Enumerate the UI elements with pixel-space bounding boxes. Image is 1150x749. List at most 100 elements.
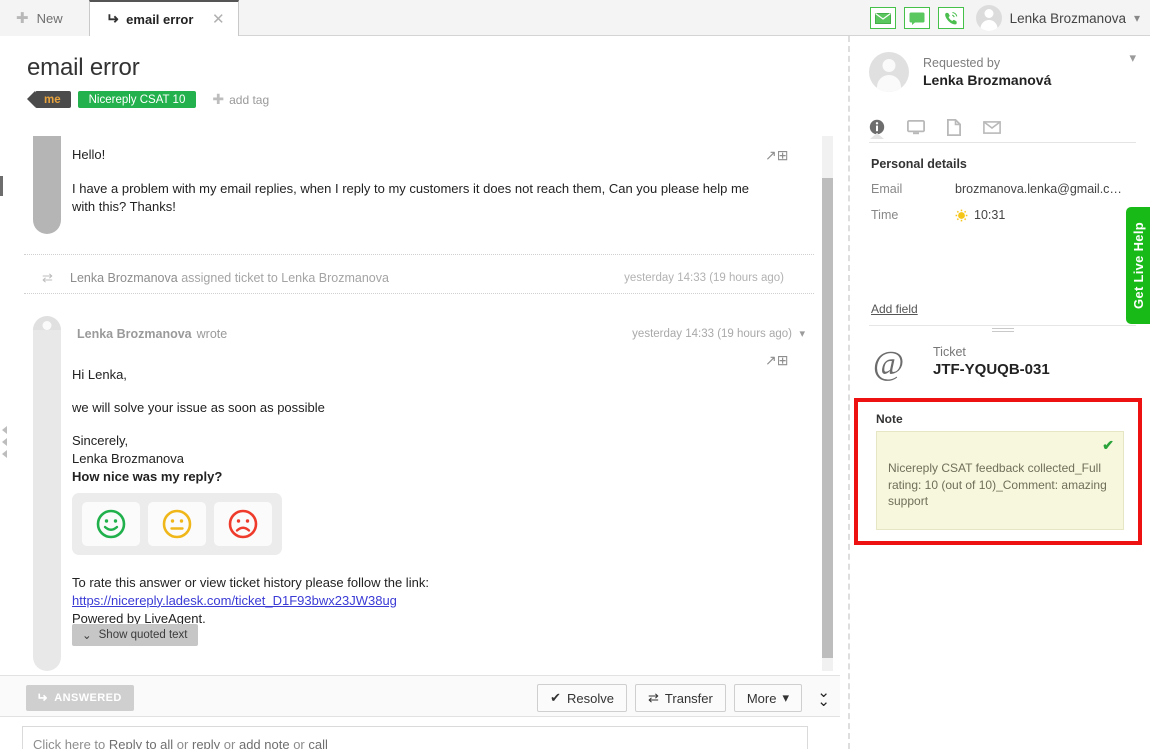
popout-icon[interactable]: ↗⊞ <box>765 147 788 164</box>
chevron-down-icon: ▾ <box>782 690 789 706</box>
new-tab-label: New <box>37 11 63 26</box>
top-bar: ✚ New ↵ email error ✕ Lenka Brozmanova ▾ <box>0 0 1150 36</box>
tab-label: email error <box>126 12 194 27</box>
action-buttons: ✔ Resolve ⇄ Transfer More ▾ <box>537 684 802 712</box>
message-verb: wrote <box>197 327 228 341</box>
more-button[interactable]: More ▾ <box>734 684 802 712</box>
tag-csat[interactable]: Nicereply CSAT 10 <box>78 91 197 108</box>
requested-by-name: Lenka Brozmanová <box>923 72 1051 88</box>
field-value-time-wrap: 10:31 <box>955 208 1005 222</box>
message-thread: Hello! I have a problem with my email re… <box>0 136 840 671</box>
at-symbol-icon: @ <box>873 347 904 381</box>
reply-arrow-icon: ↵ <box>36 690 47 706</box>
personal-details-title: Personal details <box>871 157 967 171</box>
contact-notes-tab[interactable] <box>947 119 961 136</box>
composer-box[interactable]: Click here to Reply to all or reply or a… <box>22 726 808 749</box>
tag-owner[interactable]: me <box>35 91 71 108</box>
right-sidebar: ▾ Requested by Lenka Brozmanová <box>855 36 1150 749</box>
thread-scrollbar[interactable] <box>822 136 833 671</box>
close-icon[interactable]: ✕ <box>212 10 225 28</box>
get-live-help-label: Get Live Help <box>1131 222 1146 309</box>
note-highlight-box: Note ✔ Nicereply CSAT feedback collected… <box>854 398 1142 545</box>
rating-link-block: To rate this answer or view ticket histo… <box>72 574 772 628</box>
new-tab-button[interactable]: ✚ New <box>0 1 89 36</box>
check-icon: ✔ <box>550 690 561 706</box>
sun-icon <box>955 209 968 222</box>
expand-toggle-icon[interactable]: ⌄⌄ <box>817 688 830 706</box>
show-quoted-text-button[interactable]: ⌄ Show quoted text <box>72 624 198 646</box>
call-link[interactable]: call <box>308 737 328 749</box>
transfer-button[interactable]: ⇄ Transfer <box>635 684 726 712</box>
add-tag-button[interactable]: ✚ add tag <box>212 91 269 108</box>
note-card[interactable]: ✔ Nicereply CSAT feedback collected_Full… <box>876 431 1124 530</box>
current-user-name: Lenka Brozmanova <box>1010 11 1126 26</box>
rating-question: How nice was my reply? <box>72 468 772 486</box>
system-actor: Lenka Brozmanova assigned ticket to Lenk… <box>70 271 389 285</box>
chevron-down-icon[interactable]: ▾ <box>799 327 805 340</box>
system-timestamp: yesterday 14:33 (19 hours ago) <box>624 272 784 284</box>
ticket-label: Ticket <box>933 345 966 359</box>
sidebar-collapse-icon[interactable]: ▾ <box>1129 50 1136 66</box>
message-rail <box>33 330 61 671</box>
sad-face-icon[interactable] <box>214 502 272 546</box>
add-field-link[interactable]: Add field <box>871 302 918 316</box>
sidebar-divider <box>869 325 1136 326</box>
tab-strip: ✚ New ↵ email error ✕ <box>0 0 239 36</box>
message-agent-body: Hi Lenka, we will solve your issue as so… <box>72 366 772 628</box>
status-badge-label: ANSWERED <box>54 692 121 704</box>
active-tab-notch <box>870 133 884 139</box>
thread-scrollbar-thumb[interactable] <box>822 178 833 658</box>
action-bar: ↵ ANSWERED ✔ Resolve ⇄ Transfer More ▾ ⌄… <box>0 675 840 717</box>
contact-info-tab[interactable] <box>869 119 885 135</box>
agent-line-1: Hi Lenka, <box>72 366 772 384</box>
field-value-email[interactable]: brozmanova.lenka@gmail.c… <box>955 182 1122 196</box>
page-title: email error <box>27 54 840 82</box>
resize-grip[interactable] <box>992 326 1014 333</box>
email-channel-icon[interactable] <box>870 7 896 29</box>
show-quoted-text-wrap: ⌄ Show quoted text <box>72 624 198 646</box>
rating-link[interactable]: https://nicereply.ladesk.com/ticket_D1F9… <box>72 593 397 608</box>
transfer-icon: ⇄ <box>648 690 659 706</box>
message-customer: Hello! I have a problem with my email re… <box>72 146 772 232</box>
composer-or-2: or <box>220 737 239 749</box>
status-badge: ↵ ANSWERED <box>26 685 134 711</box>
call-channel-icon[interactable] <box>938 7 964 29</box>
system-event-row: ⇄ Lenka Brozmanova assigned ticket to Le… <box>0 267 812 289</box>
avatar[interactable] <box>976 5 1002 31</box>
add-note-link[interactable]: add note <box>239 737 290 749</box>
liveagent-ticket-window: ✚ New ↵ email error ✕ Lenka Brozmanova ▾ <box>0 0 1150 749</box>
panel-divider <box>848 36 850 749</box>
composer-or-1: or <box>173 737 192 749</box>
composer-hint: Click here to Reply to all or reply or a… <box>23 737 328 749</box>
resolve-button[interactable]: ✔ Resolve <box>537 684 627 712</box>
resolve-label: Resolve <box>567 691 614 706</box>
chevron-down-icon[interactable]: ▾ <box>1134 11 1140 25</box>
field-label-email: Email <box>871 182 902 196</box>
chat-channel-icon[interactable] <box>904 7 930 29</box>
agent-line-3: Sincerely, <box>72 432 772 450</box>
check-icon: ✔ <box>1102 437 1114 454</box>
transfer-label: Transfer <box>665 691 713 706</box>
requested-by-label: Requested by <box>923 56 1051 70</box>
double-chevron-down-icon: ⌄ <box>82 628 92 642</box>
note-text: Nicereply CSAT feedback collected_Full r… <box>888 460 1116 510</box>
reply-to-all-link[interactable]: Reply to all <box>109 737 173 749</box>
reply-link[interactable]: reply <box>192 737 220 749</box>
contact-tab-bar <box>869 112 1136 143</box>
ticket-main-panel: email error me Nicereply CSAT 10 ✚ add t… <box>0 36 840 749</box>
get-live-help-button[interactable]: Get Live Help <box>1126 207 1150 324</box>
plus-icon: ✚ <box>16 11 29 26</box>
transfer-icon: ⇄ <box>42 270 53 286</box>
message-author: Lenka Brozmanova wrote <box>72 327 227 341</box>
agent-line-4: Lenka Brozmanova <box>72 450 772 468</box>
neutral-face-icon[interactable] <box>148 502 206 546</box>
field-value-time: 10:31 <box>974 208 1005 222</box>
tab-email-error[interactable]: ↵ email error ✕ <box>89 0 239 36</box>
tag-row: me Nicereply CSAT 10 ✚ add tag <box>27 91 840 108</box>
happy-face-icon[interactable] <box>82 502 140 546</box>
message-author-name: Lenka Brozmanova <box>77 327 192 341</box>
contact-devices-tab[interactable] <box>907 120 925 135</box>
composer-prefix: Click here to <box>33 737 109 749</box>
contact-mail-tab[interactable] <box>983 121 1001 134</box>
composer-or-3: or <box>290 737 309 749</box>
